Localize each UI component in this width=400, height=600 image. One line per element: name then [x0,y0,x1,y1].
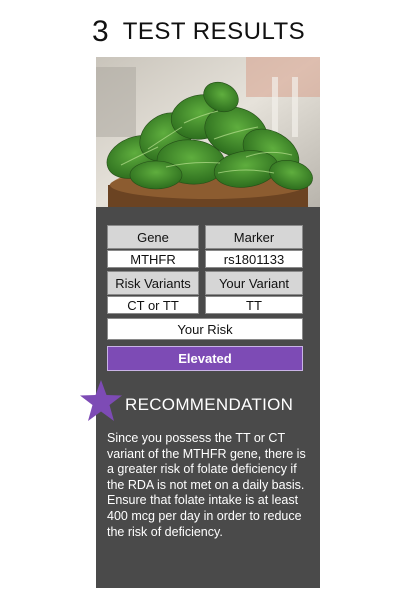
marker-value: rs1801133 [205,250,303,268]
star-icon [79,380,123,422]
section-title: TEST RESULTS [122,18,306,45]
recommendation-title: RECOMMENDATION [125,395,294,414]
gene-header: Gene [107,225,199,249]
results-card: Gene Marker MTHFR rs1801133 Risk Variant… [96,57,320,588]
your-risk-label: Your Risk [107,318,303,340]
risk-variants-header: Risk Variants [107,271,199,295]
risk-variants-value: CT or TT [107,296,199,314]
section-number: 3 [92,15,109,48]
page: 3 TEST RESULTS Gene Marker MTHFR rs18011… [0,0,400,600]
your-variant-header: Your Variant [205,271,303,295]
gene-value: MTHFR [107,250,199,268]
your-variant-value: TT [205,296,303,314]
marker-header: Marker [205,225,303,249]
recommendation-body: Since you possess the TT or CT variant o… [107,431,306,539]
spinach-bowl-image [96,57,320,207]
your-risk-value: Elevated [107,346,303,371]
section-header: 3 TEST RESULTS [92,15,306,48]
